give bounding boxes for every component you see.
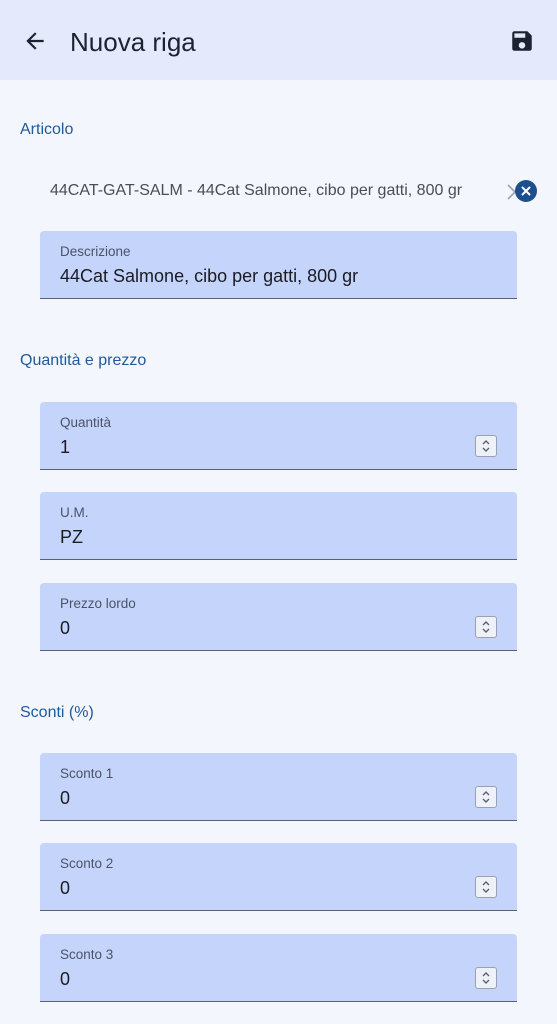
floppy-disk-icon [512,31,532,51]
chevron-up-down-icon [482,621,490,633]
back-button[interactable] [18,24,52,58]
quantita-stepper[interactable] [475,435,497,457]
sconto1-label: Sconto 1 [60,766,114,781]
descrizione-label: Descrizione [60,244,131,259]
sconto2-field[interactable]: Sconto 2 0 [40,843,517,911]
sconto1-value: 0 [60,788,71,808]
app-bar: Nuova riga [0,0,557,80]
page-title: Nuova riga [70,27,196,57]
um-field[interactable]: U.M. PZ [40,492,517,560]
um-label: U.M. [60,505,89,520]
descrizione-value: 44Cat Salmone, cibo per gatti, 800 gr [60,266,359,286]
sconto2-stepper[interactable] [475,876,497,898]
arrow-left-icon [26,32,44,50]
sconto3-value: 0 [60,969,71,989]
article-selected-value: 44CAT-GAT-SALM - 44Cat Salmone, cibo per… [50,182,463,199]
sconto2-value: 0 [60,878,71,898]
close-icon [521,186,531,196]
clear-article-button[interactable] [515,180,537,202]
quantita-value: 1 [60,437,71,457]
chevron-up-down-icon [482,440,490,452]
quantita-label: Quantità [60,415,112,430]
chevron-up-down-icon [482,791,490,803]
sconto3-label: Sconto 3 [60,947,114,962]
chevron-up-down-icon [482,972,490,984]
sconto3-stepper[interactable] [475,967,497,989]
prezzo-lordo-stepper[interactable] [475,616,497,638]
descrizione-field[interactable]: Descrizione 44Cat Salmone, cibo per gatt… [40,231,517,299]
prezzo-lordo-field[interactable]: Prezzo lordo 0 [40,583,517,651]
article-selector[interactable]: 44CAT-GAT-SALM - 44Cat Salmone, cibo per… [50,180,540,204]
um-value: PZ [60,527,84,547]
prezzo-lordo-label: Prezzo lordo [60,596,136,611]
save-button[interactable] [507,26,537,56]
sconto2-label: Sconto 2 [60,856,114,871]
prezzo-lordo-value: 0 [60,618,71,638]
section-title-quantita-prezzo: Quantità e prezzo [20,352,147,369]
section-title-sconti: Sconti (%) [20,704,94,721]
chevron-up-down-icon [482,881,490,893]
sconto1-stepper[interactable] [475,786,497,808]
section-title-articolo: Articolo [20,121,74,138]
quantita-field[interactable]: Quantità 1 [40,402,517,470]
sconto1-field[interactable]: Sconto 1 0 [40,753,517,821]
sconto3-field[interactable]: Sconto 3 0 [40,934,517,1002]
